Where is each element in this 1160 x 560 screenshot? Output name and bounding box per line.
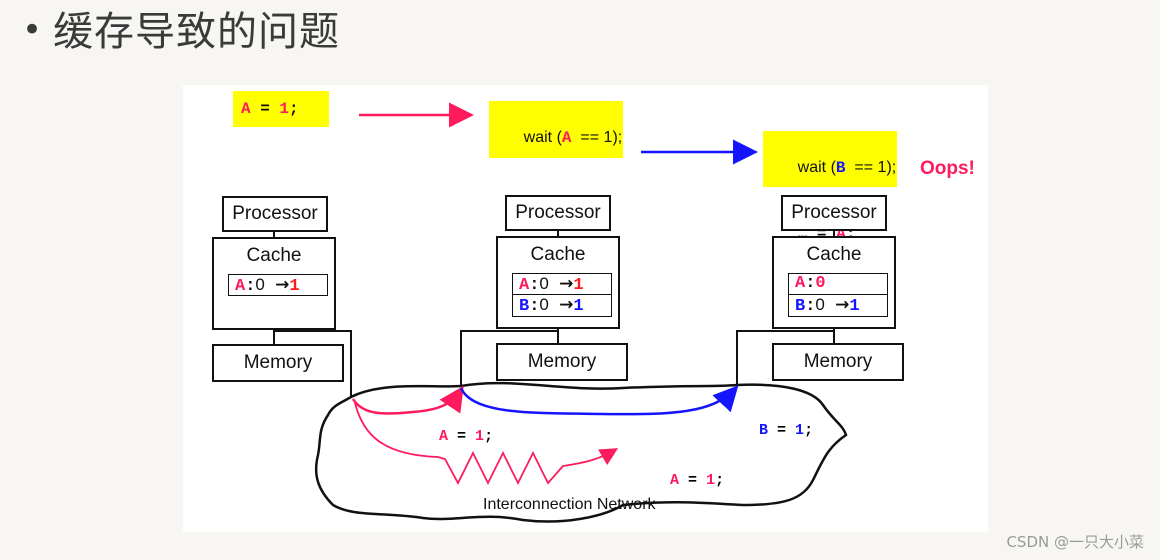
cache-rows: A:0 B:0 →1 (788, 273, 888, 317)
message-var: A (439, 428, 449, 445)
message-end: ; (804, 422, 814, 439)
code-token: A (241, 100, 251, 118)
network-message-a-fast: A = 1; (403, 411, 493, 462)
message-arrow-a-to-node2 (351, 385, 464, 415)
cache-var: B (795, 297, 806, 316)
message-value: 1 (706, 472, 716, 489)
cache-new-value: 1 (849, 297, 860, 316)
cache-box-1: Cache A:0 →1 (212, 237, 336, 330)
cache-label: Cache (806, 244, 862, 265)
cache-old-value: 0 (539, 274, 549, 293)
message-var: B (759, 422, 769, 439)
memory-box-2: Memory (496, 343, 628, 381)
message-end: ; (715, 472, 725, 489)
memory-box-1: Memory (212, 344, 344, 382)
cache-var: B (519, 297, 530, 316)
code-token: B (835, 159, 846, 177)
processor-box-1: Processor (222, 196, 328, 232)
memory-box-3: Memory (772, 343, 904, 381)
cache-row-b: B:0 →1 (788, 295, 888, 317)
message-eq: = (448, 428, 476, 445)
thread3-code: wait (B == 1); … = A; (763, 131, 897, 243)
code-token: == 1); (571, 129, 623, 146)
message-arrow-b-to-node3 (459, 385, 739, 416)
message-var: A (670, 472, 680, 489)
bullet-icon: • (22, 10, 44, 50)
watermark: CSDN @一只大小菜 (1006, 533, 1144, 551)
code-token: 1 (279, 100, 290, 118)
code-token: == 1); (845, 159, 897, 176)
cache-stale-value: 0 (815, 274, 826, 293)
cache-new-value: 1 (573, 276, 584, 295)
arrow-right-icon: → (559, 274, 574, 294)
message-eq: = (679, 472, 707, 489)
cache-label: Cache (246, 245, 302, 266)
cache-old-value: 0 (255, 275, 265, 294)
arrow-right-icon: → (275, 275, 290, 295)
processor-box-2: Processor (505, 195, 611, 231)
cache-row-a: A:0 →1 (228, 274, 328, 296)
code-line: wait (B == 1); (771, 135, 897, 201)
cache-row-a: A:0 (788, 273, 888, 295)
slide-title-text: 缓存导致的问题 (53, 9, 341, 55)
cache-new-value: 1 (573, 297, 584, 316)
thread2-code: wait (A == 1); B = 1; (489, 101, 623, 213)
arrow-right-icon: → (559, 295, 574, 315)
message-eq: = (768, 422, 796, 439)
message-end: ; (484, 428, 494, 445)
cache-var: A (235, 277, 246, 296)
code-token: A (561, 129, 572, 147)
code-token: wait ( (797, 159, 836, 176)
cache-rows: A:0 →1 (228, 274, 328, 296)
code-token: wait ( (523, 129, 562, 146)
cache-var: A (519, 276, 530, 295)
cache-label: Cache (530, 244, 586, 265)
cache-row-b: B:0 →1 (512, 295, 612, 317)
cache-old-value: 0 (539, 295, 549, 314)
oops-label: Oops! (920, 158, 975, 179)
code-line: A = 1; (241, 98, 321, 120)
message-value: 1 (475, 428, 485, 445)
code-line: wait (A == 1); (497, 105, 623, 171)
cache-box-2: Cache A:0 →1 B:0 →1 (496, 236, 620, 329)
network-label: Interconnection Network (483, 496, 656, 513)
diagram-canvas: A = 1; wait (A == 1); B = 1; wait (B == … (183, 85, 988, 532)
cache-var: A (795, 274, 806, 293)
thread1-code: A = 1; (233, 91, 329, 127)
slide-title: • 缓存导致的问题 (22, 2, 340, 60)
cache-row-a: A:0 →1 (512, 273, 612, 295)
code-token: = (250, 100, 280, 118)
cache-box-3: Cache A:0 B:0 →1 (772, 236, 896, 329)
processor-box-3: Processor (781, 195, 887, 231)
message-value: 1 (795, 422, 805, 439)
cache-rows: A:0 →1 B:0 →1 (512, 273, 612, 317)
arrow-right-icon: → (835, 295, 850, 315)
code-token: ; (289, 100, 299, 118)
cache-new-value: 1 (289, 277, 300, 296)
network-message-b: B = 1; (723, 405, 813, 456)
cache-old-value: 0 (815, 295, 825, 314)
